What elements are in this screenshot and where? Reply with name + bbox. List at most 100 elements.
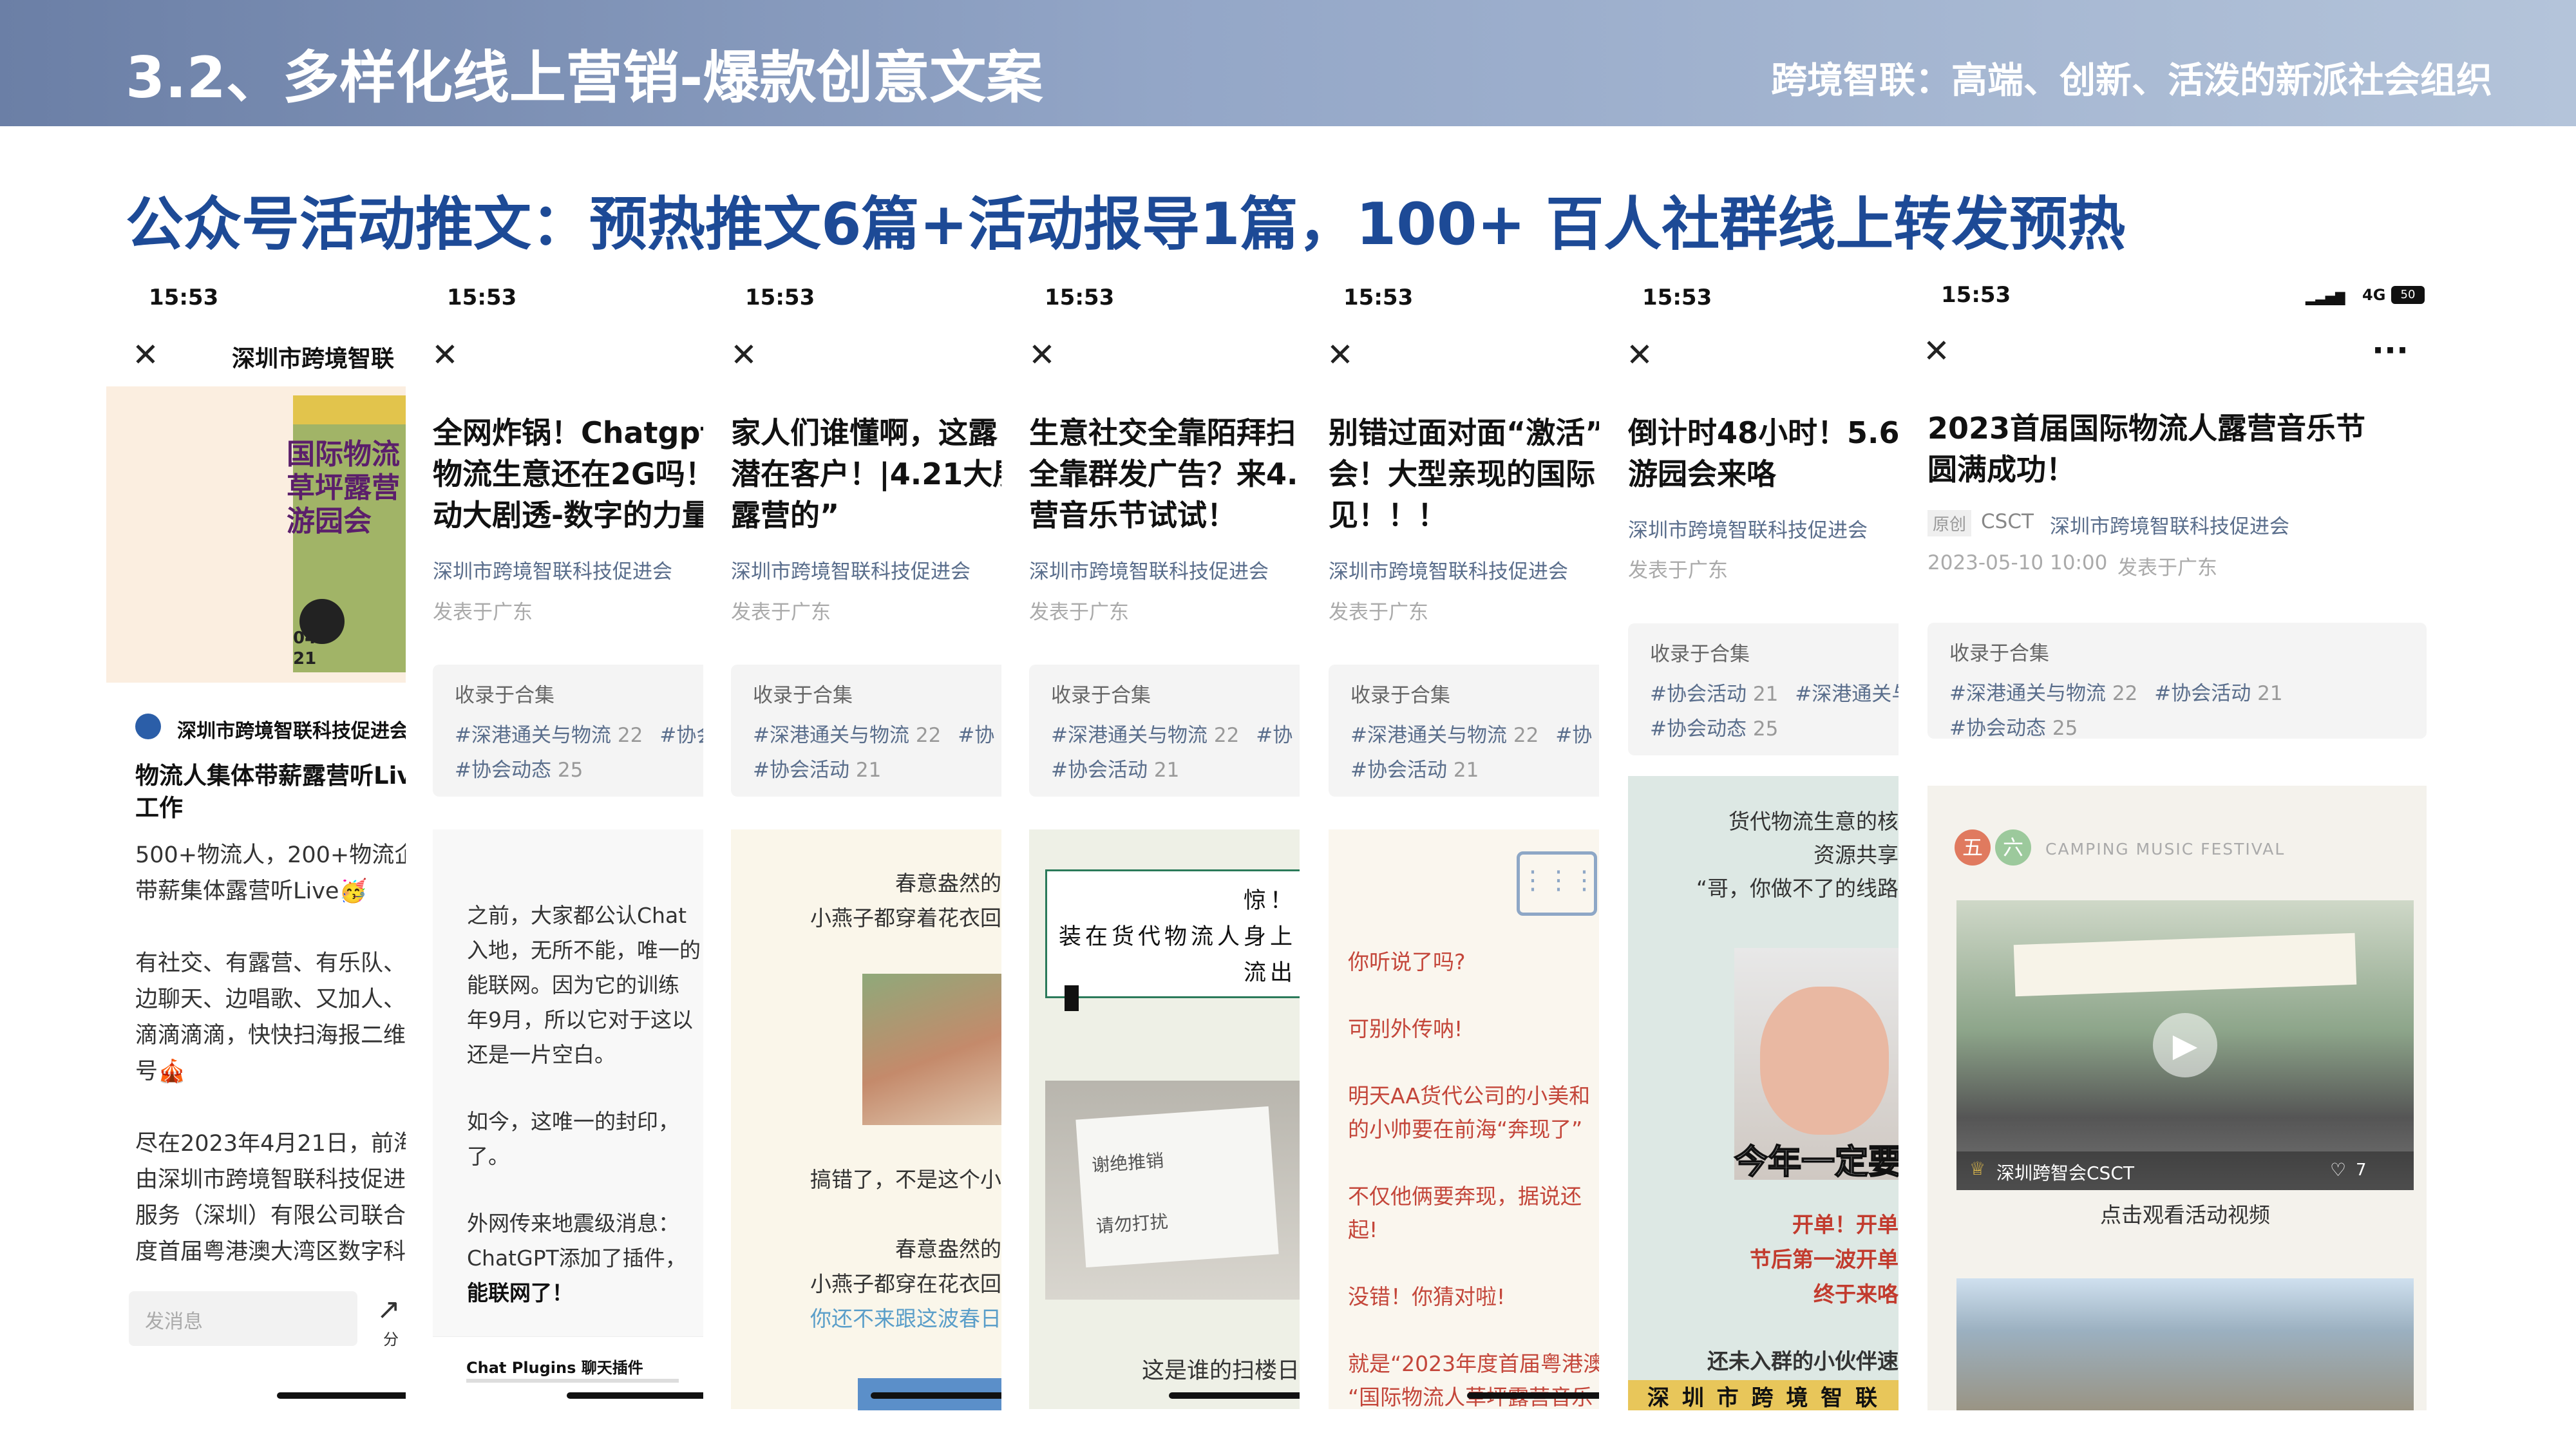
status-time: 15:53 <box>1642 285 1712 310</box>
post-body-line: 度首届粤港澳大湾区数字科 <box>135 1239 406 1265</box>
article-author[interactable]: 深圳市跨境智联科技促进会 <box>433 555 703 584</box>
article-body-line: 还是一片空白。 <box>467 1042 616 1067</box>
article-author[interactable]: 深圳市跨境智联科技促进会 <box>1329 555 1599 584</box>
poster-date-day: 21 <box>293 649 317 668</box>
article-title-line: 游园会来咯 <box>1628 457 1776 491</box>
slide-tagline: 跨境智联：高端、创新、活泼的新派社会组织 <box>1771 60 2492 102</box>
collection-tag[interactable]: #深港通关与物流 22 <box>1051 724 1239 747</box>
phone-screenshot-3: 15:53 ✕ 家人们谁懂啊，这露 潜在客户！|4.21大展 露营的” 深圳市跨… <box>703 270 1001 1410</box>
article-link[interactable]: 你还不来跟这波春日 <box>703 1302 1001 1336</box>
heart-icon[interactable]: ♡ <box>2330 1159 2346 1180</box>
poster-date-month: 04 <box>293 629 317 648</box>
status-time: 15:53 <box>149 285 219 310</box>
close-icon[interactable]: ✕ <box>132 339 159 371</box>
video-likes: 7 <box>2356 1160 2367 1180</box>
status-time: 15:53 <box>1045 285 1115 310</box>
poster-line: 国际物流 <box>287 438 400 471</box>
collection-tag[interactable]: #协会活动 21 <box>1051 759 1179 782</box>
poster-line: 草坪露营 <box>287 471 400 504</box>
collection-tag[interactable]: #协会动态 25 <box>455 759 583 782</box>
collection-tag[interactable]: #协会活动 21 <box>753 759 881 782</box>
status-time: 15:53 <box>1941 282 2011 308</box>
event-video-thumbnail[interactable]: ▶ ♕ 深圳跨智会CSCT ♡ 7 <box>1956 900 2414 1190</box>
article-body-line: 外网传来地震级消息： <box>467 1211 679 1236</box>
home-indicator <box>1169 1392 1300 1399</box>
article-body-line: 之前，大家都公认Chat <box>467 903 687 928</box>
comment-input[interactable]: 发消息 <box>129 1291 357 1346</box>
close-icon[interactable]: ✕ <box>431 339 459 371</box>
collection-heading: 收录于合集 <box>1650 643 1750 666</box>
article-title-line: 全网炸锅！Chatgpt <box>433 415 703 450</box>
collection-tag[interactable]: #深港通关与物流 22 <box>753 724 941 747</box>
board-line: 装在货代物流人身上 <box>1058 924 1296 950</box>
collection-tag[interactable]: #协 <box>958 724 994 747</box>
article-location: 发表于广东 <box>731 601 831 624</box>
article-title-line: 家人们谁懂啊，这露 <box>731 415 998 450</box>
collection-box[interactable]: 收录于合集 #深港通关与物流 22 #协 #协会活动 21 <box>1329 665 1599 797</box>
slide-header-banner: 3.2、多样化线上营销-爆款创意文案 跨境智联：高端、创新、活泼的新派社会组织 <box>0 0 2576 126</box>
collection-box[interactable]: 收录于合集 #深港通关与物流 22 #协 #协会活动 21 <box>731 665 1001 797</box>
article-author[interactable]: 深圳市跨境智联科技促进会 <box>2050 510 2289 539</box>
close-icon[interactable]: ✕ <box>1028 339 1056 371</box>
article-author[interactable]: 深圳市跨境智联科技促进会 <box>1029 555 1300 584</box>
collection-heading: 收录于合集 <box>1350 684 1450 707</box>
status-time: 15:53 <box>447 285 517 310</box>
collection-tag[interactable]: #协会动态 25 <box>1949 717 2078 739</box>
sign-line: 谢绝推销 <box>1091 1150 1165 1177</box>
article-body-line: 春意盎然的 <box>895 871 1001 896</box>
article-title-line: 全靠群发广告？来4. <box>1029 457 1298 491</box>
post-body-line: 由深圳市跨境智联科技促进 <box>135 1167 406 1193</box>
collection-tag[interactable]: #协会活动 21 <box>1650 683 1778 706</box>
meme-caption: 今年一定要 <box>1734 1142 1899 1182</box>
collection-tag[interactable]: #协会活动 21 <box>1350 759 1479 782</box>
collection-tag[interactable]: #深港通关与物流 22 <box>1350 724 1539 747</box>
status-time: 15:53 <box>1343 285 1414 310</box>
account-name[interactable]: 深圳市跨境智联科技促进会 <box>177 715 406 743</box>
video-caption[interactable]: 点击观看活动视频 <box>1956 1198 2414 1229</box>
article-title-line: 营音乐节试试！ <box>1029 498 1236 533</box>
article-body-line: 你听说了吗? <box>1348 949 1466 974</box>
meme-photo: 今年一定要 <box>1734 948 1899 1182</box>
article-location: 发表于广东 <box>1628 559 1728 582</box>
collection-tag[interactable]: #协会 <box>659 724 703 747</box>
more-menu-icon[interactable]: ··· <box>2372 332 2409 369</box>
board-line: 惊！ <box>1243 888 1296 914</box>
close-icon[interactable]: ✕ <box>730 339 757 371</box>
article-cta-line: 节后第一波开单 <box>1750 1247 1899 1272</box>
collection-box[interactable]: 收录于合集 #协会活动 21 #深港通关与 #协会动态 25 <box>1628 623 1899 755</box>
play-icon[interactable]: ▶ <box>2153 1013 2217 1077</box>
article-title-line: 会！大型亲现的国际 <box>1329 457 1595 491</box>
article-body-line: 小燕子都穿在花衣回 <box>810 1271 1001 1296</box>
post-body-line: 滴滴滴滴，快快扫海报二维 <box>135 1023 406 1048</box>
collection-tag[interactable]: #协会活动 21 <box>2154 682 2282 705</box>
article-author[interactable]: 深圳市跨境智联科技促进会 <box>731 555 1001 584</box>
collection-tag[interactable]: #协 <box>1555 724 1592 747</box>
home-indicator <box>567 1392 703 1399</box>
collection-box[interactable]: 收录于合集 #深港通关与物流 22 #协会活动 21 #协会动态 25 <box>1927 623 2427 739</box>
post-body-line: 带薪集体露营听Live🥳 <box>135 878 368 904</box>
share-icon[interactable]: ↗ <box>377 1293 401 1326</box>
collection-tag[interactable]: #协会动态 25 <box>1650 717 1778 741</box>
festival-label: CAMPING MUSIC FESTIVAL <box>2045 840 2286 858</box>
close-icon[interactable]: ✕ <box>1626 339 1653 371</box>
collection-tag[interactable]: #深港通关与 <box>1795 683 1899 706</box>
collection-tag[interactable]: #深港通关与物流 22 <box>1949 682 2137 705</box>
phone-screenshot-2: 15:53 ✕ 全网炸锅！Chatgpt 物流生意还在2G吗！ 动大剧透-数字的… <box>406 270 703 1410</box>
board-line: 流出 <box>1243 960 1296 986</box>
post-body-line: 号🎪 <box>135 1059 186 1084</box>
network-label: 4G <box>2362 286 2386 304</box>
post-body-line: 尽在2023年4月21日，前海 <box>135 1131 406 1157</box>
slide-title: 3.2、多样化线上营销-爆款创意文案 <box>126 44 1043 111</box>
phone-screenshot-1: 15:53 ✕ 深圳市跨境智联 国际物流 草坪露营 游园会 04 21 深圳市跨… <box>106 270 406 1410</box>
collection-tag[interactable]: #深港通关与物流 22 <box>455 724 643 747</box>
collection-box[interactable]: 收录于合集 #深港通关与物流 22 #协会 #协会动态 25 <box>433 665 703 797</box>
collection-box[interactable]: 收录于合集 #深港通关与物流 22 #协 #协会活动 21 <box>1029 665 1300 797</box>
close-icon[interactable]: ✕ <box>1923 335 1950 367</box>
event-poster: 国际物流 草坪露营 游园会 04 21 <box>106 386 406 683</box>
close-icon[interactable]: ✕ <box>1327 339 1354 371</box>
article-author[interactable]: 深圳市跨境智联科技促进会 <box>1628 514 1899 543</box>
share-label: 分 <box>383 1331 399 1349</box>
collection-tag[interactable]: #协 <box>1256 724 1293 747</box>
article-body-line: 可别外传呐! <box>1348 1016 1463 1041</box>
post-title-line: 工作 <box>135 794 183 822</box>
